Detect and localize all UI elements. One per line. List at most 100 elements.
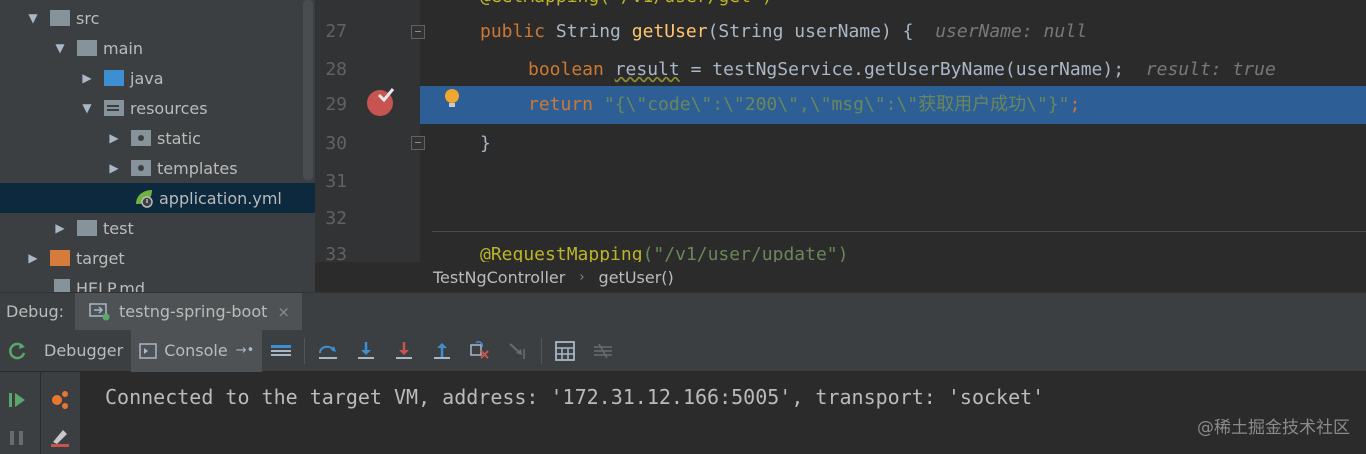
code-line[interactable]: 32 [315, 200, 1366, 238]
string-literal: ("/v1/user/update") [642, 244, 849, 262]
code-line[interactable]: 30 } [315, 125, 1366, 163]
step-over-button[interactable] [309, 330, 347, 372]
resources-folder-icon [104, 100, 124, 116]
rerun-icon [9, 342, 26, 359]
method-name: getUser [631, 21, 708, 42]
chevron-down-icon[interactable]: ▼ [80, 101, 94, 115]
semicolon: ; [1069, 94, 1081, 115]
step-into-icon [358, 341, 375, 359]
markdown-file-icon [54, 279, 70, 292]
fold-toggle-icon[interactable] [411, 25, 425, 39]
tree-item-application-yml[interactable]: application.yml [0, 183, 315, 213]
show-execution-point-button[interactable] [262, 330, 300, 372]
pin-arrow-icon[interactable]: →• [236, 343, 255, 358]
pause-icon [10, 431, 23, 445]
code-fragment: = testNgService. [679, 59, 864, 80]
tree-item-templates[interactable]: ▶ templates [0, 153, 315, 183]
console-output[interactable]: Connected to the target VM, address: '17… [80, 372, 1366, 454]
tab-debugger[interactable]: Debugger [36, 330, 131, 372]
project-tree: ▼ src ▼ main ▶ java ▼ resources ▶ static… [0, 0, 315, 292]
force-step-into-button[interactable] [385, 330, 423, 372]
inline-debug-value: userName: null [935, 21, 1087, 42]
code-line[interactable]: 33 @RequestMapping("/v1/user/update") [315, 236, 1366, 262]
resume-button[interactable] [7, 390, 27, 414]
console-icon [139, 342, 157, 359]
evaluate-expression-button[interactable] [546, 330, 584, 372]
step-out-icon [434, 342, 451, 359]
tree-item-resources[interactable]: ▼ resources [0, 93, 315, 123]
chevron-down-icon[interactable]: ▼ [26, 11, 40, 25]
pause-button[interactable] [7, 428, 27, 452]
tab-console-label: Console [164, 341, 228, 360]
side-toolbar-right [40, 372, 76, 454]
tree-item-test[interactable]: ▶ test [0, 213, 315, 243]
folder-icon [50, 10, 70, 26]
tree-item-src[interactable]: ▼ src [0, 3, 315, 33]
drop-frame-button[interactable] [461, 330, 499, 372]
chevron-right-icon[interactable]: ▶ [53, 221, 67, 235]
run-to-cursor-icon [509, 342, 526, 359]
type: String [545, 21, 632, 42]
folder-icon [77, 40, 97, 56]
step-into-button[interactable] [347, 330, 385, 372]
side-toolbar-left [0, 372, 36, 454]
chevron-right-icon[interactable]: ▶ [26, 251, 40, 265]
code-line[interactable]: 29 return "{\"code\":\"200\",\"msg\":\"获… [315, 86, 1366, 124]
chevron-right-icon[interactable]: ▶ [107, 131, 121, 145]
keyword: boolean [528, 59, 604, 80]
method-call: getUserByName [863, 59, 1005, 80]
close-icon[interactable]: × [277, 303, 290, 321]
breakpoints-icon [52, 391, 68, 409]
tree-item-java[interactable]: ▶ java [0, 63, 315, 93]
toolbar-separator [541, 337, 543, 364]
code-line[interactable]: 27 public String getUser(String userName… [315, 13, 1366, 51]
force-step-into-icon [396, 341, 413, 359]
spring-boot-config-icon [136, 190, 153, 208]
code-text: return "{\"code\":\"200\",\"msg\":\"获取用户… [528, 86, 1080, 124]
chevron-right-icon[interactable]: ▶ [80, 71, 94, 85]
code-text: boolean result = testNgService.getUserBy… [528, 51, 1276, 89]
breadcrumb-class[interactable]: TestNgController [433, 268, 565, 287]
mute-breakpoints-button[interactable] [49, 426, 71, 452]
chevron-down-icon[interactable]: ▼ [53, 41, 67, 55]
breadcrumb-separator-icon: › [579, 269, 585, 285]
tree-item-help-md[interactable]: HELP.md [0, 273, 315, 292]
rerun-button[interactable] [0, 330, 36, 372]
view-breakpoints-button[interactable] [49, 389, 71, 415]
watermark: @稀土掘金技术社区 [1197, 418, 1350, 438]
folder-icon [77, 220, 97, 236]
code-line[interactable]: 31 [315, 163, 1366, 201]
calculator-icon [555, 340, 576, 361]
lightbulb-icon[interactable] [443, 88, 461, 110]
run-to-cursor-button[interactable] [499, 330, 537, 372]
tree-item-main[interactable]: ▼ main [0, 33, 315, 63]
string-literal: "{\"code\":\"200\",\"msg\":\"获取用户成功\"}" [603, 94, 1070, 115]
debug-label: Debug: [6, 302, 65, 321]
breadcrumb-method[interactable]: getUser() [599, 268, 674, 287]
chevron-right-icon[interactable]: ▶ [107, 161, 121, 175]
debug-side-toolbar [0, 372, 80, 454]
step-over-icon [319, 345, 338, 359]
code-editor[interactable]: @GetMapping("/v1/user/get") 27 public St… [315, 0, 1366, 262]
checkmark-icon [377, 88, 395, 103]
code-line[interactable]: 28 boolean result = testNgService.getUse… [315, 51, 1366, 89]
fold-toggle-icon[interactable] [411, 136, 425, 150]
method-separator [432, 231, 1366, 232]
debug-toolbar: Debugger Console →• [0, 329, 1366, 372]
breadcrumb: TestNgController › getUser() [315, 262, 1366, 292]
run-config-icon [89, 302, 110, 320]
keyword: public [480, 21, 546, 42]
package-folder-icon [131, 130, 151, 146]
tree-item-target[interactable]: ▶ target [0, 243, 315, 273]
tree-scrollbar[interactable] [303, 0, 313, 180]
tab-console[interactable]: Console →• [131, 329, 263, 372]
tree-item-static[interactable]: ▶ static [0, 123, 315, 153]
console-line: Connected to the target VM, address: '17… [105, 385, 1045, 409]
step-out-button[interactable] [423, 330, 461, 372]
tab-debugger-label: Debugger [44, 341, 124, 360]
debug-session-tab[interactable]: testng-spring-boot × [75, 292, 302, 331]
excluded-folder-icon [50, 250, 70, 266]
keyword: return [528, 94, 594, 115]
drop-frame-icon [470, 340, 489, 359]
trace-stream-button[interactable] [584, 330, 622, 372]
